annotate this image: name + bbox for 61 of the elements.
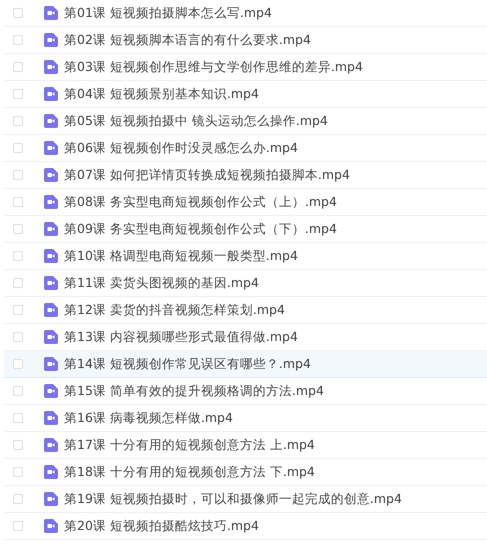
file-name: 第07课 如何把详情页转换成短视频拍摄脚本.mp4 xyxy=(64,166,350,184)
checkbox[interactable] xyxy=(13,278,23,288)
video-file-icon xyxy=(44,222,58,236)
file-name: 第10课 格调型电商短视频一般类型.mp4 xyxy=(64,248,298,264)
file-name: 第14课 短视频创作常见误区有哪些？.mp4 xyxy=(64,356,311,372)
video-file-icon xyxy=(44,276,58,290)
checkbox[interactable] xyxy=(13,35,23,45)
checkbox[interactable] xyxy=(13,332,23,342)
checkbox[interactable] xyxy=(13,386,23,396)
file-name: 第18课 十分有用的短视频创意方法 下.mp4 xyxy=(64,464,315,480)
video-file-icon xyxy=(44,168,58,182)
checkbox[interactable] xyxy=(13,62,23,72)
video-file-icon xyxy=(44,87,58,101)
checkbox[interactable] xyxy=(13,440,23,450)
video-file-icon xyxy=(44,492,58,506)
video-file-icon xyxy=(44,384,58,398)
video-file-icon xyxy=(44,465,58,479)
file-name: 第15课 简单有效的提升视频格调的方法.mp4 xyxy=(64,382,324,400)
file-name: 第13课 内容视频哪些形式最值得做.mp4 xyxy=(64,328,298,346)
file-name: 第08课 务实型电商短视频创作公式（上）.mp4 xyxy=(64,194,337,210)
checkbox[interactable] xyxy=(13,197,23,207)
checkbox[interactable] xyxy=(13,8,23,18)
video-file-icon xyxy=(44,357,58,371)
file-name: 第20课 短视频拍摄酷炫技巧.mp4 xyxy=(64,518,259,534)
file-name: 第19课 短视频拍摄时，可以和摄像师一起完成的创意.mp4 xyxy=(64,490,402,508)
file-name: 第16课 病毒视频怎样做.mp4 xyxy=(64,410,233,426)
checkbox[interactable] xyxy=(13,116,23,126)
file-name: 第06课 短视频创作时没灵感怎么办.mp4 xyxy=(64,140,298,156)
checkbox[interactable] xyxy=(13,521,23,531)
file-row[interactable]: 第14课 短视频创作常见误区有哪些？.mp4 xyxy=(4,351,487,378)
file-name: 第03课 短视频创作思维与文学创作思维的差异.mp4 xyxy=(64,58,363,76)
checkbox[interactable] xyxy=(13,251,23,261)
checkbox[interactable] xyxy=(13,413,23,423)
video-file-icon xyxy=(44,303,58,317)
video-file-icon xyxy=(44,249,58,263)
checkbox[interactable] xyxy=(13,494,23,504)
video-file-icon xyxy=(44,60,58,74)
video-file-icon xyxy=(44,411,58,425)
file-name: 第11课 卖货头图视频的基因.mp4 xyxy=(64,274,259,292)
video-file-icon xyxy=(44,6,58,20)
file-name: 第12课 卖货的抖音视频怎样策划.mp4 xyxy=(64,302,285,318)
file-name: 第09课 务实型电商短视频创作公式（下）.mp4 xyxy=(64,220,337,238)
video-file-icon xyxy=(44,114,58,128)
video-file-icon xyxy=(44,141,58,155)
checkbox[interactable] xyxy=(13,143,23,153)
video-file-icon xyxy=(44,195,58,209)
checkbox[interactable] xyxy=(13,359,23,369)
video-file-icon xyxy=(44,330,58,344)
file-name: 第01课 短视频拍摄脚本怎么写.mp4 xyxy=(64,4,272,22)
checkbox[interactable] xyxy=(13,170,23,180)
checkbox[interactable] xyxy=(13,224,23,234)
checkbox[interactable] xyxy=(13,467,23,477)
file-name: 第02课 短视频脚本语言的有什么要求.mp4 xyxy=(64,32,311,48)
video-file-icon xyxy=(44,438,58,452)
file-name: 第05课 短视频拍摄中 镜头运动怎么操作.mp4 xyxy=(64,112,328,130)
video-file-icon xyxy=(44,33,58,47)
checkbox[interactable] xyxy=(13,89,23,99)
video-file-icon xyxy=(44,519,58,533)
file-name: 第17课 十分有用的短视频创意方法 上.mp4 xyxy=(64,436,315,454)
checkbox[interactable] xyxy=(13,305,23,315)
file-name: 第04课 短视频景别基本知识.mp4 xyxy=(64,86,259,102)
